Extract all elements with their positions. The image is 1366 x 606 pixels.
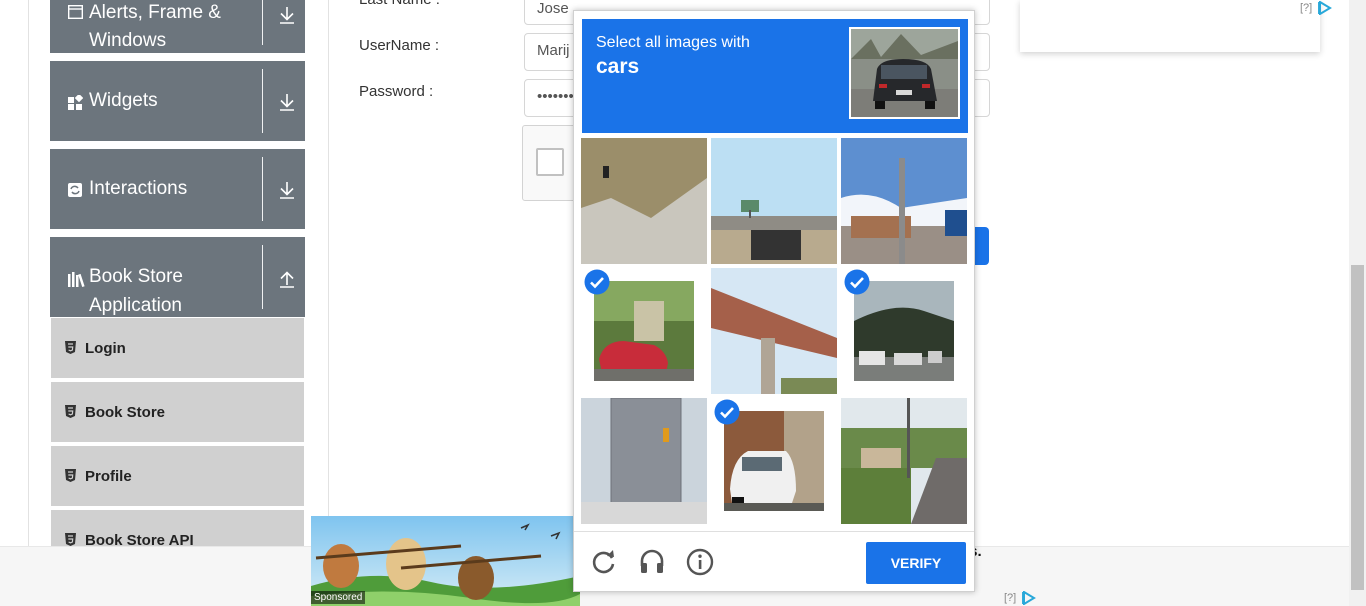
scrollbar-thumb[interactable]	[1351, 265, 1364, 590]
divider	[262, 157, 263, 221]
interactions-icon	[68, 183, 82, 200]
sidebar-group-widgets[interactable]: Widgets	[50, 61, 305, 141]
sponsored-label: Sponsored	[311, 591, 366, 604]
sidebar-item-book-store[interactable]: Book Store	[51, 382, 304, 444]
captcha-header: Select all images with cars	[582, 19, 968, 133]
last-name-label: Last Name :	[359, 0, 440, 8]
captcha-instruction: Select all images with	[596, 34, 750, 51]
sidebar-group-label: Interactions	[89, 178, 188, 199]
verify-button[interactable]: VERIFY	[866, 542, 966, 584]
sidebar-item-label: Login	[85, 340, 126, 357]
adchoices-icon[interactable]	[1318, 1, 1332, 15]
ad-info-link[interactable]: [?]	[1004, 592, 1016, 604]
html5-icon	[65, 341, 76, 354]
sidebar-group-label: Book Store	[89, 266, 183, 287]
download-arrow-icon[interactable]	[278, 5, 296, 25]
captcha-footer: VERIFY	[574, 531, 974, 591]
info-icon[interactable]	[686, 548, 714, 576]
sidebar-group-label: Windows	[89, 30, 167, 51]
html5-icon	[65, 533, 76, 546]
ad-info-link[interactable]: [?]	[1300, 2, 1312, 14]
username-value: Marij	[537, 42, 570, 59]
captcha-target: cars	[596, 55, 640, 78]
captcha-tile[interactable]	[581, 138, 707, 264]
captcha-tile[interactable]	[841, 398, 967, 524]
divider	[262, 69, 263, 133]
widgets-icon	[68, 93, 84, 113]
sidebar-item-profile[interactable]: Profile	[51, 446, 304, 508]
ad-banner-top[interactable]: [?]	[1020, 0, 1332, 52]
sidebar-group-label: Application	[89, 295, 182, 316]
sidebar-group-label: Widgets	[89, 90, 158, 111]
selected-check-icon	[584, 269, 610, 295]
divider	[262, 245, 263, 309]
sidebar-item-login[interactable]: Login	[51, 318, 304, 380]
reload-icon[interactable]	[590, 548, 618, 576]
captcha-tile[interactable]	[581, 398, 707, 524]
window-icon	[67, 4, 84, 22]
sidebar-item-label: Profile	[85, 468, 132, 485]
captcha-challenge: Select all images with cars VERIFY	[573, 10, 975, 592]
password-label: Password :	[359, 83, 434, 100]
selected-check-icon	[714, 399, 740, 425]
captcha-tile[interactable]	[711, 138, 837, 264]
download-arrow-icon[interactable]	[278, 92, 296, 112]
selected-check-icon	[844, 269, 870, 295]
captcha-tile[interactable]	[841, 138, 967, 264]
html5-icon	[65, 405, 76, 418]
recaptcha-checkbox[interactable]	[536, 148, 564, 176]
sidebar-group-book-store[interactable]: Book Store Application	[50, 237, 305, 317]
audio-icon[interactable]	[638, 548, 666, 576]
adchoices-icon[interactable]	[1022, 591, 1036, 605]
sidebar-group-label: Alerts, Frame &	[89, 2, 221, 23]
password-value: •••••••	[537, 88, 574, 105]
captcha-sample-image	[849, 27, 960, 119]
captcha-tile[interactable]	[711, 268, 837, 394]
sidebar-group-alerts[interactable]: Alerts, Frame & Windows	[50, 0, 305, 53]
divider	[262, 0, 263, 45]
download-arrow-icon[interactable]	[278, 180, 296, 200]
last-name-value: Jose	[537, 0, 569, 17]
page: Alerts, Frame & Windows Widgets Interact…	[0, 0, 1366, 606]
sidebar-item-label: Book Store	[85, 404, 166, 421]
html5-icon	[65, 469, 76, 482]
books-icon	[68, 272, 85, 290]
upload-arrow-icon[interactable]	[278, 269, 296, 289]
username-label: UserName :	[359, 37, 440, 54]
sidebar-group-interactions[interactable]: Interactions	[50, 149, 305, 229]
